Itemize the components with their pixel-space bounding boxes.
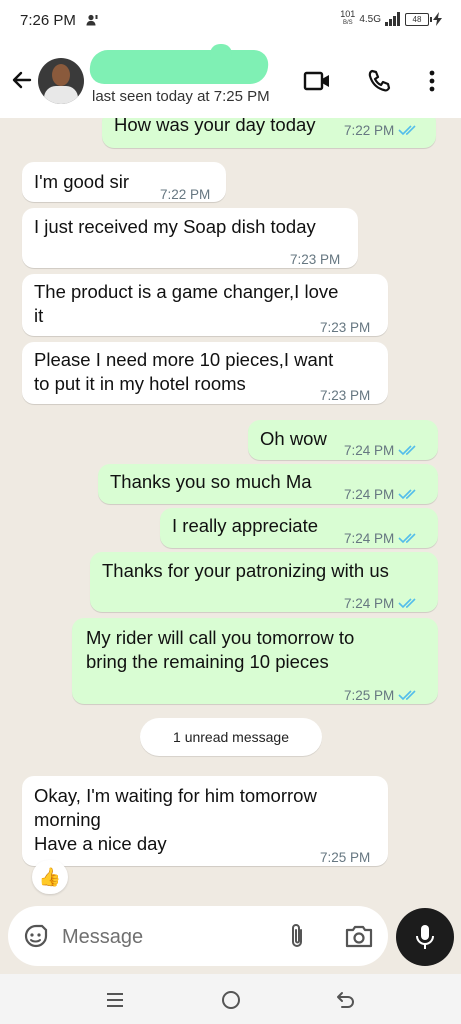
message-bubble-incoming[interactable]: Please I need more 10 pieces,I want to p…: [22, 342, 388, 404]
voice-message-button[interactable]: [396, 908, 454, 966]
message-text: Thanks for your patronizing with us: [102, 560, 389, 581]
message-text: Thanks you so much Ma: [110, 471, 312, 492]
more-vert-icon[interactable]: [424, 68, 440, 94]
message-bubble-outgoing[interactable]: How was your day today 7:22 PM: [102, 118, 436, 148]
attach-icon[interactable]: [285, 922, 309, 950]
charging-icon: [433, 12, 442, 26]
speed-unit: B/S: [342, 20, 353, 26]
avatar[interactable]: [38, 58, 84, 104]
contact-name-redacted[interactable]: [88, 50, 270, 84]
unread-divider: 1 unread message: [140, 718, 322, 756]
message-bubble-incoming[interactable]: I'm good sir 7:22 PM: [22, 162, 226, 202]
message-bubble-outgoing[interactable]: Thanks you so much Ma 7:24 PM: [98, 464, 438, 504]
battery-level: 48: [412, 14, 422, 24]
message-time: 7:23 PM: [320, 388, 371, 403]
person-icon: [86, 14, 98, 26]
message-text: I'm good sir: [34, 171, 130, 192]
message-bubble-outgoing[interactable]: I really appreciate 7:24 PM: [160, 508, 438, 548]
speed-value: 101: [340, 9, 356, 19]
message-time: 7:24 PM: [344, 483, 420, 507]
message-text: I really appreciate: [172, 515, 319, 536]
read-receipt-icon: [398, 598, 416, 609]
camera-icon[interactable]: [344, 922, 374, 950]
message-text-line: morning: [34, 809, 101, 830]
status-bar: 7:26 PM 101 B/S 4.5G 48: [0, 0, 461, 44]
message-text-line: Have a nice day: [34, 833, 167, 854]
read-receipt-icon: [398, 690, 416, 701]
system-nav-bar: [0, 974, 461, 1024]
chat-header: last seen today at 7:25 PM: [0, 44, 461, 118]
message-text-line: Okay, I'm waiting for him tomorrow: [34, 785, 317, 806]
message-text-line: bring the remaining 10 pieces: [86, 651, 329, 672]
message-bubble-incoming[interactable]: The product is a game changer,I love it …: [22, 274, 388, 336]
status-time: 7:26 PM: [20, 12, 76, 29]
sticker-emoji-icon[interactable]: [22, 922, 50, 950]
back-arrow-icon[interactable]: [8, 66, 36, 94]
back-icon[interactable]: [334, 988, 358, 1012]
message-text-line: The product is a game changer,I love: [34, 281, 339, 302]
message-time: 7:23 PM: [290, 252, 341, 267]
read-receipt-icon: [398, 445, 416, 456]
home-icon[interactable]: [220, 989, 242, 1011]
message-time: 7:25 PM: [320, 850, 371, 865]
message-bubble-outgoing[interactable]: Thanks for your patronizing with us 7:24…: [90, 552, 438, 612]
contact-name-redacted-mark: [210, 44, 232, 64]
message-text: I just received my Soap dish today: [34, 216, 316, 237]
message-bubble-incoming[interactable]: I just received my Soap dish today 7:23 …: [22, 208, 358, 268]
read-receipt-icon: [398, 125, 416, 136]
read-receipt-icon: [398, 489, 416, 500]
network-speed: 101 B/S: [340, 10, 355, 28]
chat-area[interactable]: How was your day today 7:22 PM I'm good …: [0, 118, 461, 908]
battery-icon: 48: [405, 12, 432, 26]
message-text-line: it: [34, 305, 44, 326]
microphone-icon: [416, 925, 434, 949]
message-input[interactable]: [60, 918, 264, 956]
last-seen-status: last seen today at 7:25 PM: [92, 88, 270, 105]
signal-icon: [385, 12, 400, 26]
message-bubble-outgoing[interactable]: My rider will call you tomorrow to bring…: [72, 618, 438, 704]
network-type: 4.5G: [359, 13, 381, 25]
message-text-line: Please I need more 10 pieces,I want: [34, 349, 334, 370]
video-call-icon[interactable]: [303, 70, 331, 92]
message-composer: [8, 906, 388, 966]
message-text: Oh wow: [260, 428, 327, 449]
message-text-line: to put it in my hotel rooms: [34, 373, 246, 394]
message-text: How was your day today: [114, 118, 316, 135]
phone-icon[interactable]: [366, 68, 392, 94]
message-time: 7:24 PM: [344, 592, 420, 616]
recents-icon[interactable]: [104, 990, 126, 1010]
message-bubble-outgoing[interactable]: Oh wow 7:24 PM: [248, 420, 438, 460]
message-time: 7:24 PM: [344, 527, 420, 551]
message-time: 7:24 PM: [344, 439, 420, 463]
message-time: 7:22 PM: [160, 187, 211, 202]
message-text-line: My rider will call you tomorrow to: [86, 627, 355, 648]
read-receipt-icon: [398, 533, 416, 544]
message-bubble-incoming[interactable]: Okay, I'm waiting for him tomorrow morni…: [22, 776, 388, 866]
message-time: 7:23 PM: [320, 320, 371, 335]
message-time: 7:25 PM: [344, 684, 420, 708]
thumbs-up-reaction-icon[interactable]: 👍: [32, 860, 68, 894]
message-time: 7:22 PM: [344, 119, 420, 143]
status-indicators: 101 B/S 4.5G 48: [340, 10, 443, 28]
